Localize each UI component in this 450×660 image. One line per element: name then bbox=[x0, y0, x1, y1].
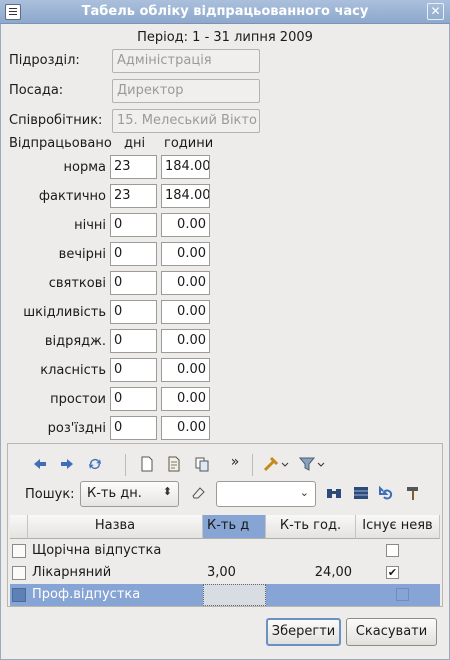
cell-name: Щорічна відпустка bbox=[32, 543, 162, 558]
cell-hours bbox=[266, 584, 356, 606]
days-input[interactable]: 0 bbox=[110, 213, 157, 237]
row-label: норма bbox=[63, 160, 106, 175]
employee-field: 15. Мелеський Вікто bbox=[112, 109, 260, 133]
cell-hours: 24,00 bbox=[314, 565, 352, 580]
days-header: дні bbox=[124, 136, 146, 151]
forward-arrow-icon[interactable] bbox=[58, 456, 76, 474]
search-field-combo[interactable]: К-ть дн. ⬍ bbox=[80, 481, 179, 507]
days-input[interactable]: 0 bbox=[110, 416, 157, 440]
row-label: фактично bbox=[38, 189, 106, 204]
edit-document-icon[interactable] bbox=[165, 456, 183, 474]
hours-input[interactable]: 0.00 bbox=[161, 213, 210, 237]
back-arrow-icon[interactable] bbox=[31, 456, 49, 474]
row-selector[interactable] bbox=[12, 588, 26, 602]
days-input[interactable]: 23 bbox=[110, 184, 157, 208]
undo-icon[interactable] bbox=[378, 485, 396, 503]
days-input[interactable]: 23 bbox=[110, 155, 157, 179]
department-field: Адміністрація bbox=[112, 49, 260, 73]
binoculars-icon[interactable] bbox=[325, 485, 343, 503]
copy-document-icon[interactable] bbox=[193, 456, 211, 474]
days-input[interactable]: 0 bbox=[110, 300, 157, 324]
days-input[interactable]: 0 bbox=[110, 242, 157, 266]
table-row[interactable]: Лікарняний 3,00 24,00 ✔ bbox=[10, 562, 440, 584]
employee-label: Співробітник: bbox=[9, 113, 103, 128]
chevron-updown-icon: ⬍ bbox=[162, 485, 172, 498]
table-view-icon[interactable] bbox=[352, 485, 370, 503]
row-selector[interactable] bbox=[12, 544, 26, 558]
hours-input[interactable]: 0.00 bbox=[161, 271, 210, 295]
refresh-icon[interactable] bbox=[86, 456, 104, 474]
days-input[interactable]: 0 bbox=[110, 387, 157, 411]
window-titlebar: Табель обліку відпрацьованного часу ✕ bbox=[0, 0, 450, 24]
chevron-down-icon: ⌄ bbox=[299, 486, 309, 499]
position-label: Посада: bbox=[9, 83, 64, 98]
window-title: Табель обліку відпрацьованного часу bbox=[81, 4, 369, 19]
exists-checkbox[interactable]: ✔ bbox=[386, 566, 399, 579]
cell-name: Лікарняний bbox=[32, 565, 112, 580]
cancel-button[interactable]: Скасувати bbox=[346, 618, 437, 646]
hours-input[interactable]: 184.00 bbox=[161, 184, 210, 208]
eraser-icon[interactable] bbox=[189, 485, 207, 503]
hours-input[interactable]: 0.00 bbox=[161, 416, 210, 440]
search-label: Пошук: bbox=[25, 487, 75, 502]
table-row[interactable]: Щорічна відпустка bbox=[10, 540, 440, 562]
hammer-icon[interactable] bbox=[404, 485, 422, 503]
hours-input[interactable]: 0.00 bbox=[161, 242, 210, 266]
row-selector-header bbox=[10, 515, 28, 539]
exists-checkbox[interactable] bbox=[386, 544, 399, 557]
search-input[interactable]: ⌄ bbox=[216, 481, 316, 507]
row-label: святкові bbox=[48, 276, 106, 291]
worked-title: Відпрацьовано bbox=[9, 136, 112, 151]
period-label: Період: 1 - 31 липня 2009 bbox=[137, 30, 313, 45]
row-label: роз'їздні bbox=[47, 421, 106, 436]
more-icon[interactable]: » bbox=[226, 453, 244, 471]
hours-input[interactable]: 0.00 bbox=[161, 358, 210, 382]
close-icon[interactable]: ✕ bbox=[427, 3, 444, 20]
hours-input[interactable]: 0.00 bbox=[161, 329, 210, 353]
days-input[interactable]: 0 bbox=[110, 358, 157, 382]
row-label: вечірні bbox=[58, 247, 106, 262]
department-label: Підрозділ: bbox=[9, 53, 80, 68]
column-header-exists[interactable]: Існує неяв bbox=[356, 515, 440, 539]
column-header-name[interactable]: Назва bbox=[28, 515, 203, 539]
search-field-value: К-ть дн. bbox=[87, 486, 142, 501]
toolbar-separator bbox=[252, 454, 253, 476]
cell-hours bbox=[266, 540, 356, 562]
days-input[interactable]: 0 bbox=[110, 271, 157, 295]
toolbar-separator bbox=[125, 454, 126, 476]
cell-days bbox=[203, 540, 266, 562]
hours-input[interactable]: 184.00 bbox=[161, 155, 210, 179]
row-label: відрядж. bbox=[44, 334, 106, 349]
cell-name: Проф.відпустка bbox=[32, 587, 141, 602]
new-document-icon[interactable] bbox=[138, 456, 156, 474]
tools-icon[interactable] bbox=[262, 456, 290, 474]
row-label: шкідливість bbox=[23, 305, 106, 320]
cell-days: 3,00 bbox=[207, 565, 236, 580]
position-field: Директор bbox=[112, 79, 260, 103]
hours-input[interactable]: 0.00 bbox=[161, 387, 210, 411]
cell-days[interactable] bbox=[203, 584, 266, 606]
table-row-selected[interactable]: Проф.відпустка bbox=[10, 584, 440, 606]
hours-header: години bbox=[164, 136, 214, 151]
exists-checkbox[interactable] bbox=[396, 588, 409, 601]
row-selector[interactable] bbox=[12, 566, 26, 580]
row-label: класність bbox=[40, 363, 106, 378]
column-header-days[interactable]: К-ть д bbox=[203, 515, 266, 539]
column-header-hours[interactable]: К-ть год. bbox=[266, 515, 356, 539]
row-label: нічні bbox=[74, 218, 106, 233]
hours-input[interactable]: 0.00 bbox=[161, 300, 210, 324]
days-input[interactable]: 0 bbox=[110, 329, 157, 353]
save-button[interactable]: Зберегти bbox=[266, 618, 341, 646]
filter-icon[interactable] bbox=[298, 456, 326, 474]
row-label: простои bbox=[50, 392, 106, 407]
